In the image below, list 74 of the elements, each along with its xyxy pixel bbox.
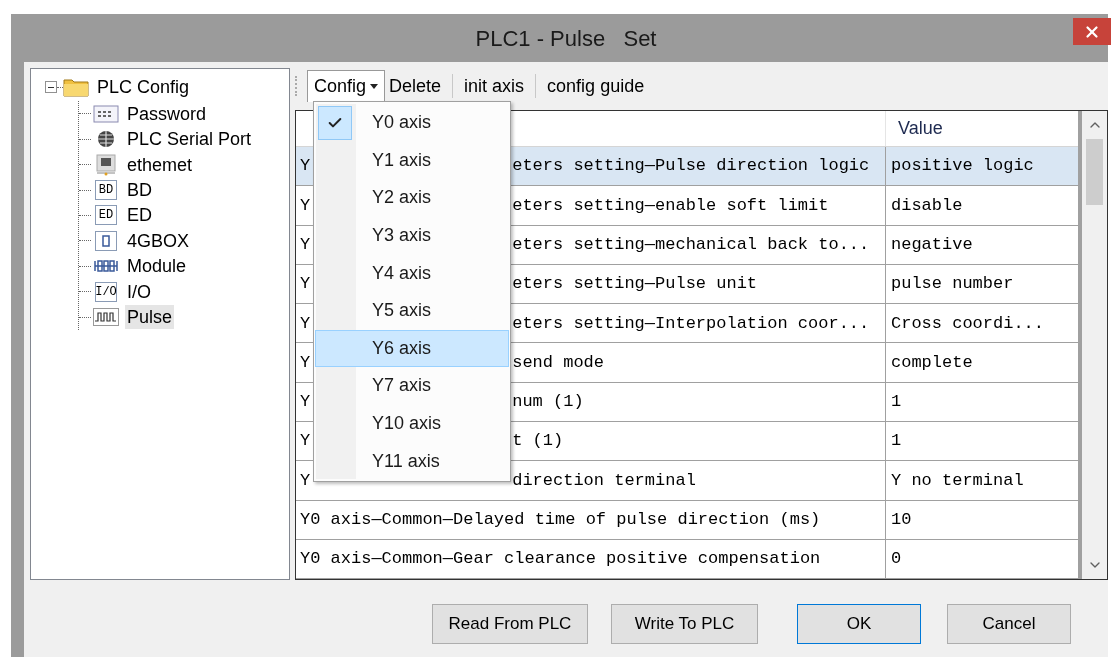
table-cell-text: Y: [300, 351, 311, 374]
collapse-toggle[interactable]: [45, 81, 57, 93]
table-cell-text: Y: [300, 273, 311, 296]
tree-item[interactable]: PLC Serial Port: [125, 127, 254, 152]
dialog-button[interactable]: Cancel: [947, 604, 1071, 644]
menu-item-label: Y2 axis: [372, 186, 432, 210]
tree-item[interactable]: I/O: [125, 279, 153, 304]
table-cell-text: eters setting—Pulse direction logic: [512, 155, 870, 178]
table-cell-text: Y: [300, 469, 311, 492]
table-cell-text: eters setting—mechanical back to...: [512, 233, 870, 256]
table-cell-text: eters setting—Pulse unit: [512, 273, 758, 296]
tree-item[interactable]: ED: [125, 203, 154, 228]
menu-item-label: Y0 axis: [372, 111, 432, 135]
module-tag-icon: ED: [95, 205, 117, 226]
pulse-wave-icon: [93, 308, 119, 327]
table-cell-text: Y0 axis—Common—Delayed time of pulse direction (ms): [300, 508, 821, 531]
caret-icon: [370, 84, 379, 89]
column-header[interactable]: Value: [886, 111, 1060, 146]
table-cell-text: Cross coordi...: [891, 312, 1045, 335]
table-cell-text: Y: [300, 312, 311, 335]
toolbar-button[interactable]: config guide: [543, 70, 649, 102]
table-cell-text: 0: [891, 548, 902, 571]
table-cell-text: num (1): [512, 391, 584, 414]
folder-icon: [63, 77, 89, 97]
table-cell-text: Y: [300, 194, 311, 217]
globe-icon: [95, 129, 117, 150]
dialog-button[interactable]: Write To PLC: [611, 604, 758, 644]
device-icon: [95, 230, 117, 251]
table-cell-text: pulse number: [891, 273, 1014, 296]
table-cell-text: direction terminal: [512, 469, 696, 492]
table-cell-text: 1: [891, 430, 902, 453]
tree-item[interactable]: 4GBOX: [125, 228, 192, 253]
menu-item[interactable]: Y6 axis: [315, 329, 509, 368]
table-cell-text: Y0 axis—Common—Gear clearance positive compensation: [300, 548, 821, 571]
close-button[interactable]: [1073, 18, 1111, 45]
tree-item[interactable]: BD: [125, 178, 154, 203]
table-cell-text: t (1): [512, 430, 564, 453]
table-cell-text: eters setting—Interpolation coor...: [512, 312, 870, 335]
table-cell-text: positive logic: [891, 155, 1034, 178]
module-tag-icon: I/O: [95, 281, 117, 302]
table-cell-text: Y: [300, 430, 311, 453]
menu-item-label: Y1 axis: [372, 148, 432, 172]
table-cell-text: Y: [300, 233, 311, 256]
table-cell-text: 1: [891, 391, 902, 414]
table-cell-text: negative: [891, 233, 973, 256]
tree-item[interactable]: ethemet: [125, 152, 195, 177]
scroll-thumb[interactable]: [1086, 139, 1103, 205]
table-cell-text: disable: [891, 194, 963, 217]
module-tag-icon: BD: [95, 180, 117, 201]
dialog-button[interactable]: Read From PLC: [432, 604, 588, 644]
toolbar-button[interactable]: Delete: [385, 70, 446, 102]
config-dropdown[interactable]: Config: [307, 70, 386, 102]
toolbar-button[interactable]: init axis: [460, 70, 529, 102]
scrollbar[interactable]: [1082, 111, 1107, 579]
keypad-icon: [93, 104, 119, 123]
window-title: PLC1 - Pulse Set: [475, 24, 657, 53]
network-port-icon: [95, 153, 117, 176]
tree-item[interactable]: Pulse: [125, 305, 175, 330]
table-cell-text: complete: [891, 351, 973, 374]
table-cell-text: send mode: [512, 351, 605, 374]
menu-item-label: Y3 axis: [372, 224, 432, 248]
module-icon: [94, 259, 118, 274]
table-cell-text: eters setting—enable soft limit: [512, 194, 829, 217]
table-cell-text: 10: [891, 508, 912, 531]
table-cell-text: Y: [300, 155, 311, 178]
tree-item[interactable]: Password: [125, 101, 209, 126]
table-cell-text: Y: [300, 391, 311, 414]
table-row[interactable]: Y0 axis—Common—Delayed time of pulse direction (ms) 10: [296, 500, 1078, 540]
table-cell-text: Y no terminal: [891, 469, 1024, 492]
menu-item[interactable]: Y0 axis: [315, 104, 509, 142]
table-row[interactable]: Y0 axis—Common—Gear clearance positive compensation 0: [296, 539, 1078, 579]
tree-item[interactable]: PLC Config: [95, 75, 192, 99]
tree-item[interactable]: Module: [125, 254, 189, 279]
dialog-button[interactable]: OK: [797, 604, 921, 644]
